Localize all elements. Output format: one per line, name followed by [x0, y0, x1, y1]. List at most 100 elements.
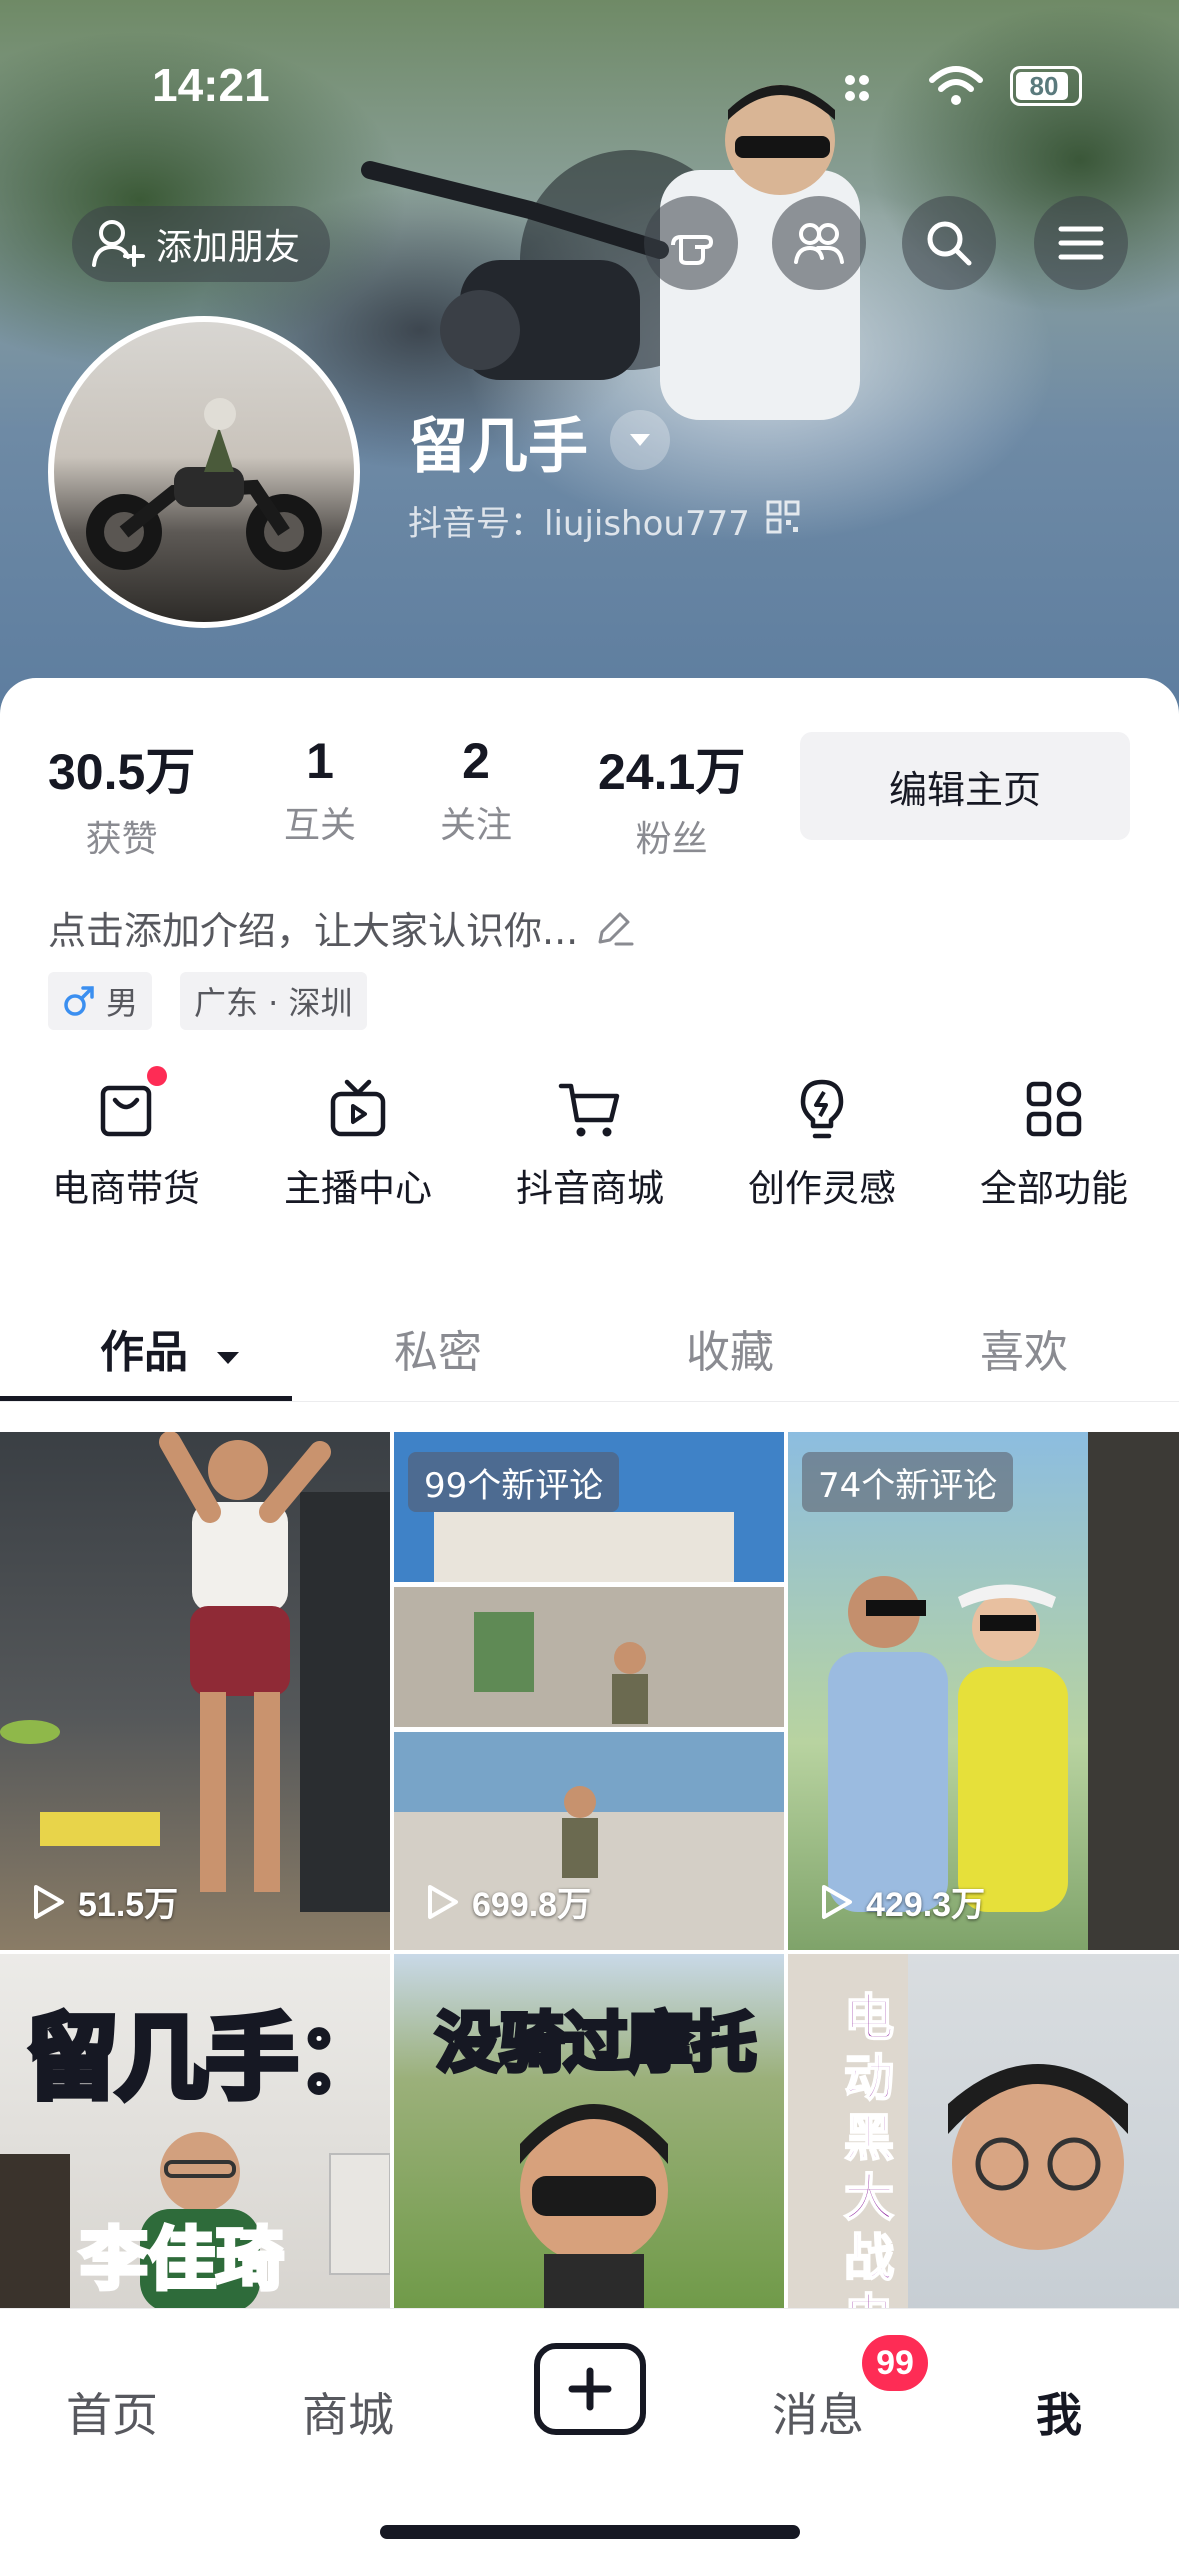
play-count-value: 699.8万 — [472, 1886, 592, 1924]
caret-down-icon — [630, 434, 650, 446]
cart-icon — [558, 1083, 620, 1137]
status-icons: 80 — [840, 62, 1082, 112]
hand-point-button[interactable] — [644, 196, 738, 290]
func-mall[interactable]: 抖音商城 — [490, 1074, 690, 1212]
signal-icon — [845, 75, 869, 101]
func-label: 主播中心 — [284, 1167, 432, 1210]
qr-code-icon[interactable] — [766, 500, 800, 534]
stat-likes[interactable]: 30.5万 获赞 — [48, 732, 195, 862]
grid-icon — [1026, 1081, 1082, 1137]
search-icon — [927, 221, 972, 266]
status-bar: 14:21 80 — [0, 0, 1179, 150]
status-time: 14:21 — [152, 59, 270, 111]
caret-down-icon — [217, 1352, 240, 1364]
play-icon — [822, 1884, 852, 1919]
func-label: 电商带货 — [52, 1167, 200, 1210]
male-icon — [64, 986, 94, 1016]
nav-home[interactable]: 首页 — [66, 2379, 158, 2445]
avatar-photo — [86, 398, 322, 570]
play-count: 51.5万 — [30, 1877, 178, 1926]
tab-active-indicator — [0, 1396, 292, 1401]
bottom-nav: 首页 商城 消息 99 我 — [0, 2308, 1179, 2556]
shopping-bag-icon — [100, 1085, 152, 1137]
avatar[interactable] — [48, 316, 360, 628]
add-friend-label: 添加朋友 — [156, 227, 301, 268]
video-thumbnail[interactable]: 没骑过摩托 — [394, 1954, 784, 2312]
wifi-icon — [929, 66, 983, 105]
func-label: 抖音商城 — [516, 1167, 664, 1210]
func-anchor-center[interactable]: 主播中心 — [258, 1074, 458, 1212]
stat-label: 粉丝 — [635, 819, 708, 860]
notification-dot — [147, 1066, 167, 1086]
stat-value: 1 — [306, 733, 334, 789]
tab-label: 作品 — [100, 1327, 188, 1378]
nav-me[interactable]: 我 — [1036, 2379, 1082, 2445]
bio[interactable]: 点击添加介绍，让大家认识你... — [48, 900, 636, 955]
stat-following[interactable]: 2 关注 — [440, 732, 512, 848]
video-thumbnail[interactable]: 留几手： 李佳琦 — [0, 1954, 390, 2312]
account-switch-button[interactable] — [610, 410, 670, 470]
video-thumbnail[interactable]: 电动黑大战电 — [788, 1954, 1179, 2312]
bulb-icon — [800, 1079, 844, 1139]
add-friend-button[interactable]: 添加朋友 — [72, 206, 331, 282]
gender-tag: 男 — [48, 972, 153, 1030]
play-count-value: 51.5万 — [78, 1886, 179, 1924]
location-tag: 广东 · 深圳 — [180, 972, 367, 1030]
menu-icon — [1058, 226, 1104, 260]
profile-cover[interactable]: 14:21 80 添加朋友 留几手 抖音号：liujishou777 — [0, 0, 1179, 720]
video-thumbnail[interactable]: 74个新评论 429.3万 — [788, 1432, 1179, 1950]
play-count-value: 429.3万 — [866, 1886, 986, 1924]
edit-pencil-icon — [598, 912, 634, 945]
stat-label: 获赞 — [85, 819, 158, 860]
add-user-icon — [92, 220, 145, 267]
create-button[interactable] — [534, 2343, 646, 2435]
tab-favorites[interactable]: 收藏 — [686, 1316, 774, 1380]
bio-text: 点击添加介绍，让大家认识你... — [48, 909, 579, 953]
tab-likes[interactable]: 喜欢 — [980, 1316, 1068, 1380]
stat-mutual[interactable]: 1 互关 — [284, 732, 356, 848]
video-grid: 51.5万 99个新评论 699.8万 74个新评论 429.3万 留几手： 李… — [0, 1432, 1179, 2312]
menu-button[interactable] — [1034, 196, 1128, 290]
nav-messages[interactable]: 消息 — [772, 2379, 864, 2445]
play-count: 699.8万 — [424, 1877, 591, 1926]
douyin-id: 抖音号：liujishou777 — [408, 504, 750, 544]
stat-value: 2 — [462, 733, 490, 789]
video-caption: 留几手： — [23, 2002, 390, 2115]
hand-point-icon — [671, 235, 713, 265]
battery-level: 80 — [1029, 71, 1059, 101]
friends-button[interactable] — [772, 196, 866, 290]
play-count: 429.3万 — [818, 1877, 985, 1926]
new-comments-badge: 74个新评论 — [802, 1452, 1014, 1512]
messages-badge: 99 — [862, 2335, 928, 2391]
func-label: 全部功能 — [980, 1167, 1128, 1210]
video-caption: 电动黑大战电 — [843, 1988, 895, 2312]
edit-profile-button[interactable]: 编辑主页 — [800, 732, 1130, 840]
video-caption: 没骑过摩托 — [434, 2005, 759, 2084]
stat-followers[interactable]: 24.1万 粉丝 — [598, 732, 745, 862]
tv-icon — [330, 1079, 386, 1137]
func-inspiration[interactable]: 创作灵感 — [722, 1074, 922, 1212]
func-all[interactable]: 全部功能 — [954, 1074, 1154, 1212]
friends-icon — [794, 223, 844, 264]
func-ecommerce[interactable]: 电商带货 — [26, 1066, 226, 1212]
nickname: 留几手 — [408, 412, 588, 482]
stat-label: 互关 — [284, 805, 357, 846]
battery-icon: 80 — [1010, 66, 1082, 106]
gender-label: 男 — [106, 984, 139, 1022]
plus-icon — [568, 2367, 612, 2411]
video-thumbnail[interactable]: 99个新评论 699.8万 — [394, 1432, 784, 1950]
video-caption-secondary: 李佳琦 — [78, 2219, 286, 2302]
stat-value: 24.1万 — [598, 744, 746, 800]
search-button[interactable] — [902, 196, 996, 290]
func-label: 创作灵感 — [748, 1167, 896, 1210]
tab-works[interactable]: 作品 — [100, 1316, 241, 1380]
video-thumbnail[interactable]: 51.5万 — [0, 1432, 390, 1950]
play-icon — [34, 1884, 64, 1919]
play-icon — [428, 1884, 458, 1919]
new-comments-badge: 99个新评论 — [408, 1452, 620, 1512]
content-tabs: 作品 私密 收藏 喜欢 — [0, 1292, 1179, 1402]
video-frame — [0, 1432, 390, 1912]
nav-mall[interactable]: 商城 — [302, 2379, 394, 2445]
home-indicator — [380, 2525, 800, 2539]
tab-private[interactable]: 私密 — [394, 1316, 482, 1380]
